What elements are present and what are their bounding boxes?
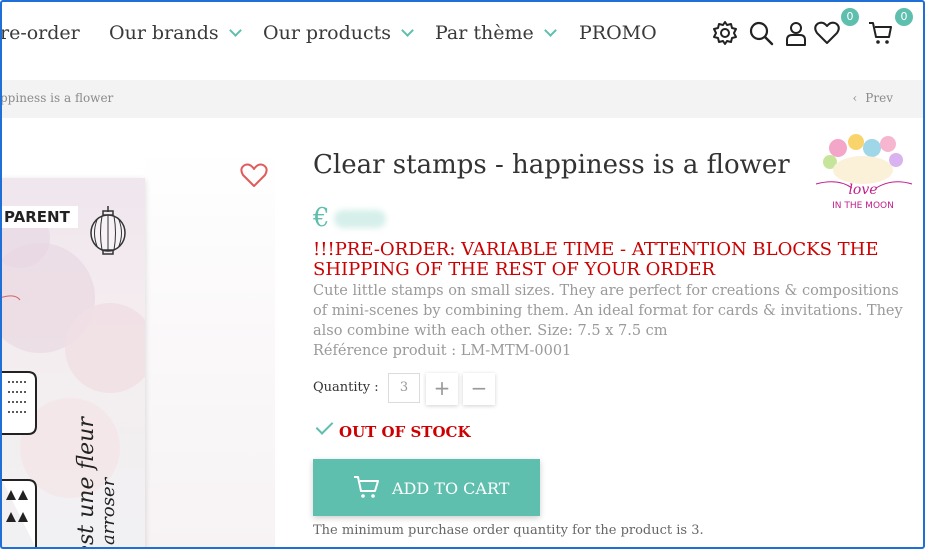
gear-icon[interactable] xyxy=(712,20,738,46)
image-background xyxy=(145,150,275,549)
breadcrumb: ppiness is a flower ‹ Prev xyxy=(0,80,925,118)
nav-item-our-brands[interactable]: Our brands xyxy=(109,22,242,44)
lantern-icon xyxy=(90,206,126,255)
stamp-triangles-icon xyxy=(2,479,37,548)
prev-link[interactable]: ‹ Prev xyxy=(852,91,893,105)
product-description: Cute little stamps on small sizes. They … xyxy=(313,281,903,361)
stamp-tag-icon xyxy=(2,371,37,435)
product-title: Clear stamps - happiness is a flower xyxy=(313,150,790,180)
cart-count-badge: 0 xyxy=(895,8,913,26)
cart-icon[interactable] xyxy=(868,20,894,46)
quantity-input[interactable]: 3 xyxy=(388,373,420,403)
nav-item-promo[interactable]: PROMO xyxy=(579,22,657,44)
nav-item-our-products[interactable]: Our products xyxy=(263,22,414,44)
quantity-label: Quantity : xyxy=(313,380,379,395)
add-to-wishlist-heart-icon[interactable] xyxy=(240,162,268,188)
chevron-down-icon xyxy=(401,24,414,37)
product-image[interactable]: PARENT est une fleur t arroser xyxy=(0,178,145,549)
handwriting-text-2: t arroser xyxy=(98,477,119,549)
wishlist-count-badge: 0 xyxy=(841,8,859,26)
chevron-down-icon xyxy=(228,24,242,37)
handwriting-text-1: est une fleur xyxy=(74,417,99,549)
product-image-tag: PARENT xyxy=(0,206,78,228)
quantity-decrease-button[interactable]: − xyxy=(463,373,495,405)
chevron-down-icon xyxy=(543,24,557,37)
stock-status: OUT OF STOCK xyxy=(315,417,471,441)
brand-logo: love IN THE MOON xyxy=(815,134,913,211)
product-reference: Référence produit : LM-MTM-0001 xyxy=(313,343,572,359)
product-price: € xyxy=(313,203,386,233)
breadcrumb-current: ppiness is a flower xyxy=(0,91,114,105)
search-icon[interactable] xyxy=(748,20,774,46)
chevron-left-icon: ‹ xyxy=(852,91,858,105)
cart-icon xyxy=(354,476,379,498)
user-icon[interactable] xyxy=(783,20,809,46)
nav-item-par-theme[interactable]: Par thème xyxy=(435,22,557,44)
heart-icon[interactable] xyxy=(814,20,840,46)
brand-logo-line2: IN THE MOON xyxy=(832,201,894,211)
top-navigation: re-order Our brands Our products Par thè… xyxy=(0,0,925,80)
brand-logo-line1: love xyxy=(848,182,877,198)
check-icon xyxy=(315,417,334,435)
preorder-notice: !!!PRE-ORDER: VARIABLE TIME - ATTENTION … xyxy=(313,239,879,280)
add-to-cart-label: ADD TO CART xyxy=(392,479,510,498)
nav-item-preorder[interactable]: re-order xyxy=(0,22,80,44)
description-text: Cute little stamps on small sizes. They … xyxy=(313,283,903,339)
quantity-increase-button[interactable]: + xyxy=(426,373,458,405)
add-to-cart-button[interactable]: ADD TO CART xyxy=(313,459,540,516)
price-blurred-value xyxy=(333,210,386,228)
minimum-quantity-note: The minimum purchase order quantity for … xyxy=(313,523,704,538)
